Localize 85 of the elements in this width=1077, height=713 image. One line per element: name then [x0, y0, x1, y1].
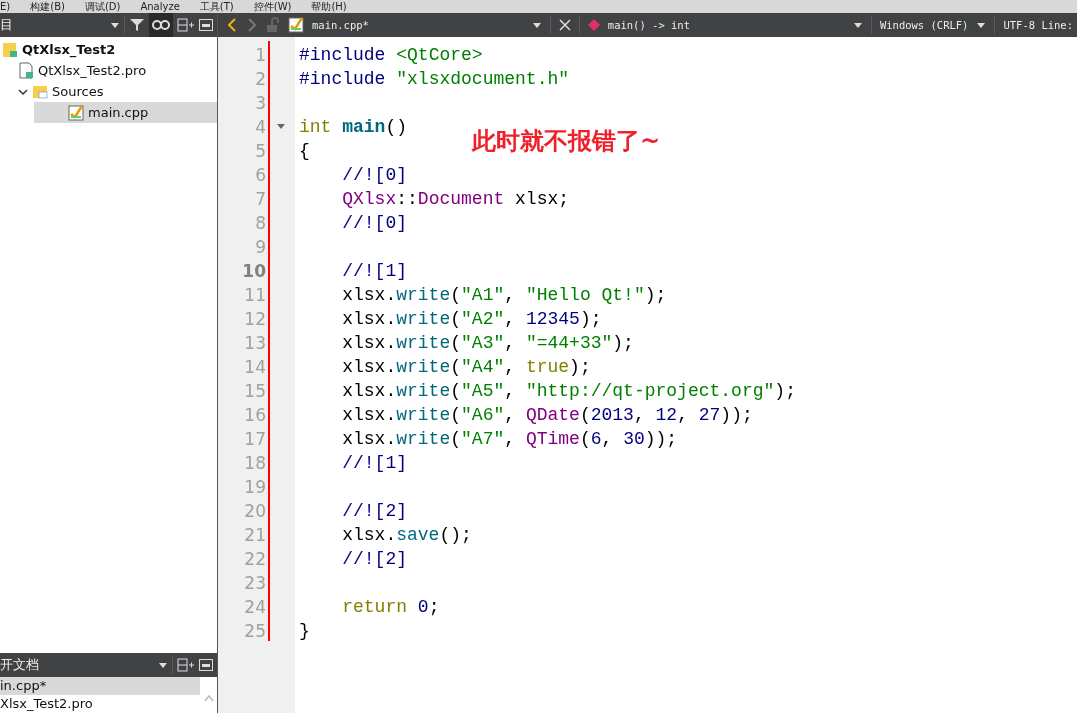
- document-item[interactable]: Xlsx_Test2.pro: [0, 695, 200, 713]
- line-number: 12: [243, 309, 266, 329]
- close-icon[interactable]: [558, 19, 571, 31]
- document-item[interactable]: in.cpp*: [0, 677, 200, 695]
- dropdown-icon[interactable]: [852, 20, 863, 30]
- encoding-label: UTF-8 Line:: [1003, 19, 1073, 31]
- folder-icon: [32, 83, 48, 100]
- tree-item[interactable]: Sources: [0, 81, 217, 102]
- menu-item[interactable]: Analyze: [140, 1, 180, 13]
- code-line: xlsx.write("A4", true);: [341, 357, 591, 377]
- line-number: 3: [254, 93, 266, 113]
- menu-item[interactable]: 帮助(H): [311, 1, 347, 13]
- file-icon: [68, 104, 84, 121]
- code-line: #include <QtCore>: [299, 45, 483, 65]
- line-number: 17: [243, 429, 266, 449]
- menu-item[interactable]: 控件(W): [253, 1, 292, 13]
- panel-title: 开文档: [0, 656, 39, 674]
- line-number: 24: [243, 597, 266, 617]
- dropdown-icon[interactable]: [976, 20, 987, 30]
- line-number: 4: [254, 117, 266, 137]
- line-number: 19: [243, 477, 266, 497]
- line-number: 18: [243, 453, 266, 473]
- code-line: //![2]: [341, 549, 408, 569]
- symbol-selector[interactable]: main() -> int: [607, 19, 690, 31]
- close-panel-icon[interactable]: [199, 19, 213, 31]
- menu-item[interactable]: 工具(T): [199, 1, 234, 13]
- code-line: }: [299, 621, 310, 641]
- file-icon: [288, 16, 306, 34]
- line-number: 7: [254, 189, 266, 209]
- dropdown-icon[interactable]: [158, 660, 168, 670]
- menu-item[interactable]: 构建(B): [30, 1, 65, 13]
- split-icon[interactable]: [177, 17, 195, 33]
- code-line: //![0]: [341, 165, 408, 185]
- line-number: 1: [254, 45, 266, 65]
- menu-item[interactable]: 调试(D): [84, 1, 121, 13]
- line-number: 9: [254, 237, 266, 257]
- line-number: 8: [254, 213, 266, 233]
- dropdown-icon[interactable]: [110, 20, 120, 30]
- tree-item[interactable]: main.cpp: [34, 102, 217, 123]
- code-line: int main(): [299, 117, 408, 137]
- line-number: 5: [254, 141, 266, 161]
- fold-arrow-icon[interactable]: [276, 124, 285, 130]
- line-number: 14: [243, 357, 266, 377]
- line-number: 10: [241, 261, 266, 281]
- line-number: 20: [243, 501, 266, 521]
- line-number: 25: [243, 621, 266, 641]
- file-icon: [18, 62, 34, 79]
- code-line: QXlsx::Document xlsx;: [341, 189, 570, 209]
- line-ending-selector[interactable]: Windows (CRLF): [879, 19, 969, 31]
- line-number: 15: [243, 381, 266, 401]
- code-line: xlsx.write("A1", "Hello Qt!");: [341, 285, 667, 305]
- diamond-icon: [587, 19, 600, 31]
- code-line: xlsx.write("A5", "http://qt-project.org");: [341, 381, 796, 401]
- file-selector[interactable]: main.cpp*: [312, 19, 369, 31]
- line-number: 2: [254, 69, 266, 89]
- code-line: //![1]: [341, 261, 408, 281]
- line-number: 16: [243, 405, 266, 425]
- code-line: xlsx.write("A6", QDate(2013, 12, 27));: [341, 405, 753, 425]
- line-number: 21: [243, 525, 266, 545]
- split-icon[interactable]: [177, 657, 195, 673]
- line-number: 11: [243, 285, 266, 305]
- code-line: xlsx.write("A2", 12345);: [341, 309, 602, 329]
- line-number: 22: [243, 549, 266, 569]
- code-line: return 0;: [341, 597, 440, 617]
- code-line: {: [299, 141, 310, 161]
- code-line: xlsx.write("A3", "=44+33");: [341, 333, 634, 353]
- annotation-text: 此时就不报错了~: [472, 126, 661, 157]
- tree-item[interactable]: QtXlsx_Test2.pro: [0, 60, 217, 81]
- project-icon: [2, 41, 18, 58]
- panel-title: 目: [0, 16, 13, 34]
- link-icon[interactable]: [152, 17, 170, 33]
- code-line: //![0]: [341, 213, 408, 233]
- line-number: 13: [243, 333, 266, 353]
- code-line: //![2]: [341, 501, 408, 521]
- close-panel-icon[interactable]: [199, 659, 213, 671]
- dropdown-icon[interactable]: [531, 20, 542, 30]
- code-line: xlsx.save();: [341, 525, 472, 545]
- code-line: //![1]: [341, 453, 408, 473]
- code-line: #include "xlsxdocument.h": [299, 69, 570, 89]
- tree-item[interactable]: QtXlsx_Test2: [0, 39, 217, 60]
- menu-item[interactable]: E): [0, 1, 11, 13]
- line-number: 23: [243, 573, 266, 593]
- code-line: xlsx.write("A7", QTime(6, 30));: [341, 429, 678, 449]
- filter-icon[interactable]: [129, 17, 145, 33]
- line-number: 6: [254, 165, 266, 185]
